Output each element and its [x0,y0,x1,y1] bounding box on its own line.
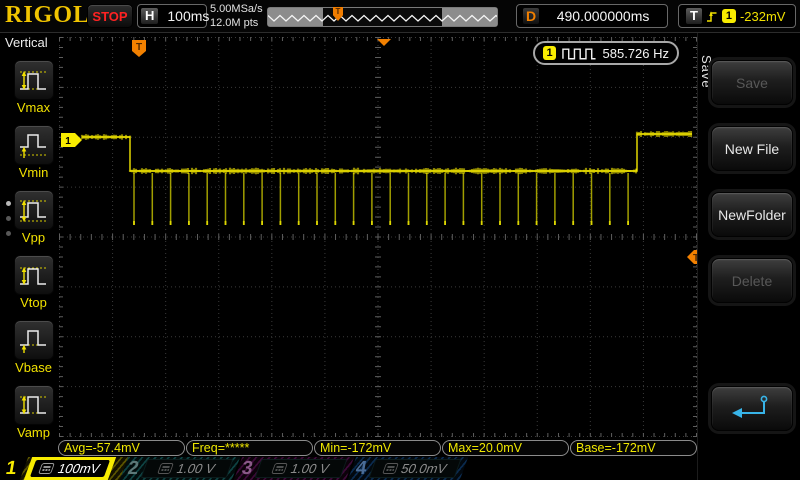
d-label: D [523,8,540,24]
trigger-source-badge: 1 [721,9,736,23]
oscilloscope-screen: RIGOL STOP H 100ms 5.00MSa/s 12.0M pts T… [0,0,800,480]
run-state-button[interactable]: STOP [87,4,133,28]
rigol-logo: RIGOL [5,2,91,28]
vamp-icon [19,395,48,414]
timebase-value: 100ms [167,8,210,24]
h-label: H [141,8,159,24]
horizontal-timebase-readout[interactable]: H 100ms [137,4,210,28]
measure-item-vmin: Vmin [9,125,58,180]
return-button[interactable] [711,386,793,431]
t-label: T [686,8,702,24]
vpp-label: Vpp [21,230,46,245]
svg-text:T: T [136,42,142,53]
memory-position-bar[interactable]: T [267,7,503,27]
vbase-icon [19,329,48,353]
square-wave-icon [562,47,596,59]
acquisition-info: 5.00MSa/s 12.0M pts [210,2,263,30]
vmin-button[interactable] [13,125,54,165]
channel4-scale: 50.0mV [368,459,462,478]
vmin-icon [19,133,48,158]
vmax-label: Vmax [16,100,51,115]
dc-coupling-icon [157,463,174,474]
channel3-scale: 1.00 V [254,459,348,478]
channel1-volt-scale: 100mV [55,461,103,476]
svg-text:1: 1 [65,136,71,147]
freq-counter-channel-badge: 1 [543,46,556,60]
vmax-icon [19,70,48,90]
vtop-button[interactable] [13,255,54,295]
new-folder-button[interactable]: NewFolder [711,192,793,237]
return-arrow-icon [732,395,768,418]
memory-depth: 12.0M pts [210,17,259,29]
channel1-scale-box[interactable]: 100mV [23,457,117,480]
scope-grid-and-trace: 1TT [59,37,705,437]
save-button[interactable]: Save [711,60,793,105]
channel1-scale: 100mV [29,460,111,477]
delay-value: 490.000000ms [556,8,650,24]
vbase-button[interactable] [13,320,54,360]
measurement-min[interactable]: Min=-172mV [314,440,441,456]
channel2-volt-scale: 1.00 V [174,461,218,476]
vbase-label: Vbase [15,360,52,375]
softkey-menu: Save Save New File NewFolder Delete [697,33,800,480]
measure-item-vbase: Vbase [9,320,58,375]
trigger-delay-readout[interactable]: D 490.000000ms [516,4,668,28]
channel-status-bar: 1 100mV 2 1.00 V 3 1.00 V 4 50.0mV [0,457,800,480]
vmin-label: Vmin [18,165,49,180]
measure-item-vmax: Vmax [9,60,58,115]
vpp-icon [19,199,48,222]
trigger-level-value: -232mV [739,8,786,24]
channel3-volt-scale: 1.00 V [288,461,332,476]
channel1-slot[interactable]: 100mV [19,457,129,480]
frequency-value: 585.726 Hz [602,45,670,61]
frequency-counter: 1 585.726 Hz [533,41,679,65]
measure-item-vamp: Vamp [9,385,58,440]
vamp-button[interactable] [13,385,54,425]
rising-edge-icon [706,11,717,22]
measure-menu-title: Vertical [5,35,48,50]
memory-waveform-icon [267,8,503,26]
vtop-icon [19,266,48,285]
measurement-avg[interactable]: Avg=-57.4mV [58,440,185,456]
trigger-settings-readout[interactable]: T 1 -232mV [678,4,796,28]
vpp-button[interactable] [13,190,54,230]
channel4-volt-scale: 50.0mV [398,461,450,476]
measurement-freq[interactable]: Freq=***** [186,440,313,456]
sample-rate: 5.00MSa/s [210,3,263,15]
top-bar: RIGOL STOP H 100ms 5.00MSa/s 12.0M pts T… [0,0,800,33]
measure-item-vtop: Vtop [9,255,58,310]
new-file-button[interactable]: New File [711,126,793,171]
dc-coupling-icon [271,463,288,474]
dc-coupling-icon [382,463,398,474]
waveform-display: 1TT 1 585.726 Hz [59,37,705,437]
channel2-scale: 1.00 V [140,459,234,478]
channel1-number[interactable]: 1 [4,457,19,480]
measure-item-vpp: Vpp [9,190,58,245]
delete-button[interactable]: Delete [711,258,793,303]
vmax-button[interactable] [13,60,54,100]
measurement-base[interactable]: Base=-172mV [570,440,697,456]
vtop-label: Vtop [20,295,47,310]
measurement-max[interactable]: Max=20.0mV [442,440,569,456]
left-measure-menu: Vertical Vmax Vmin Vpp Vtop Vbase Vamp [0,33,58,456]
vamp-label: Vamp [17,425,50,440]
dc-coupling-icon [39,463,55,474]
